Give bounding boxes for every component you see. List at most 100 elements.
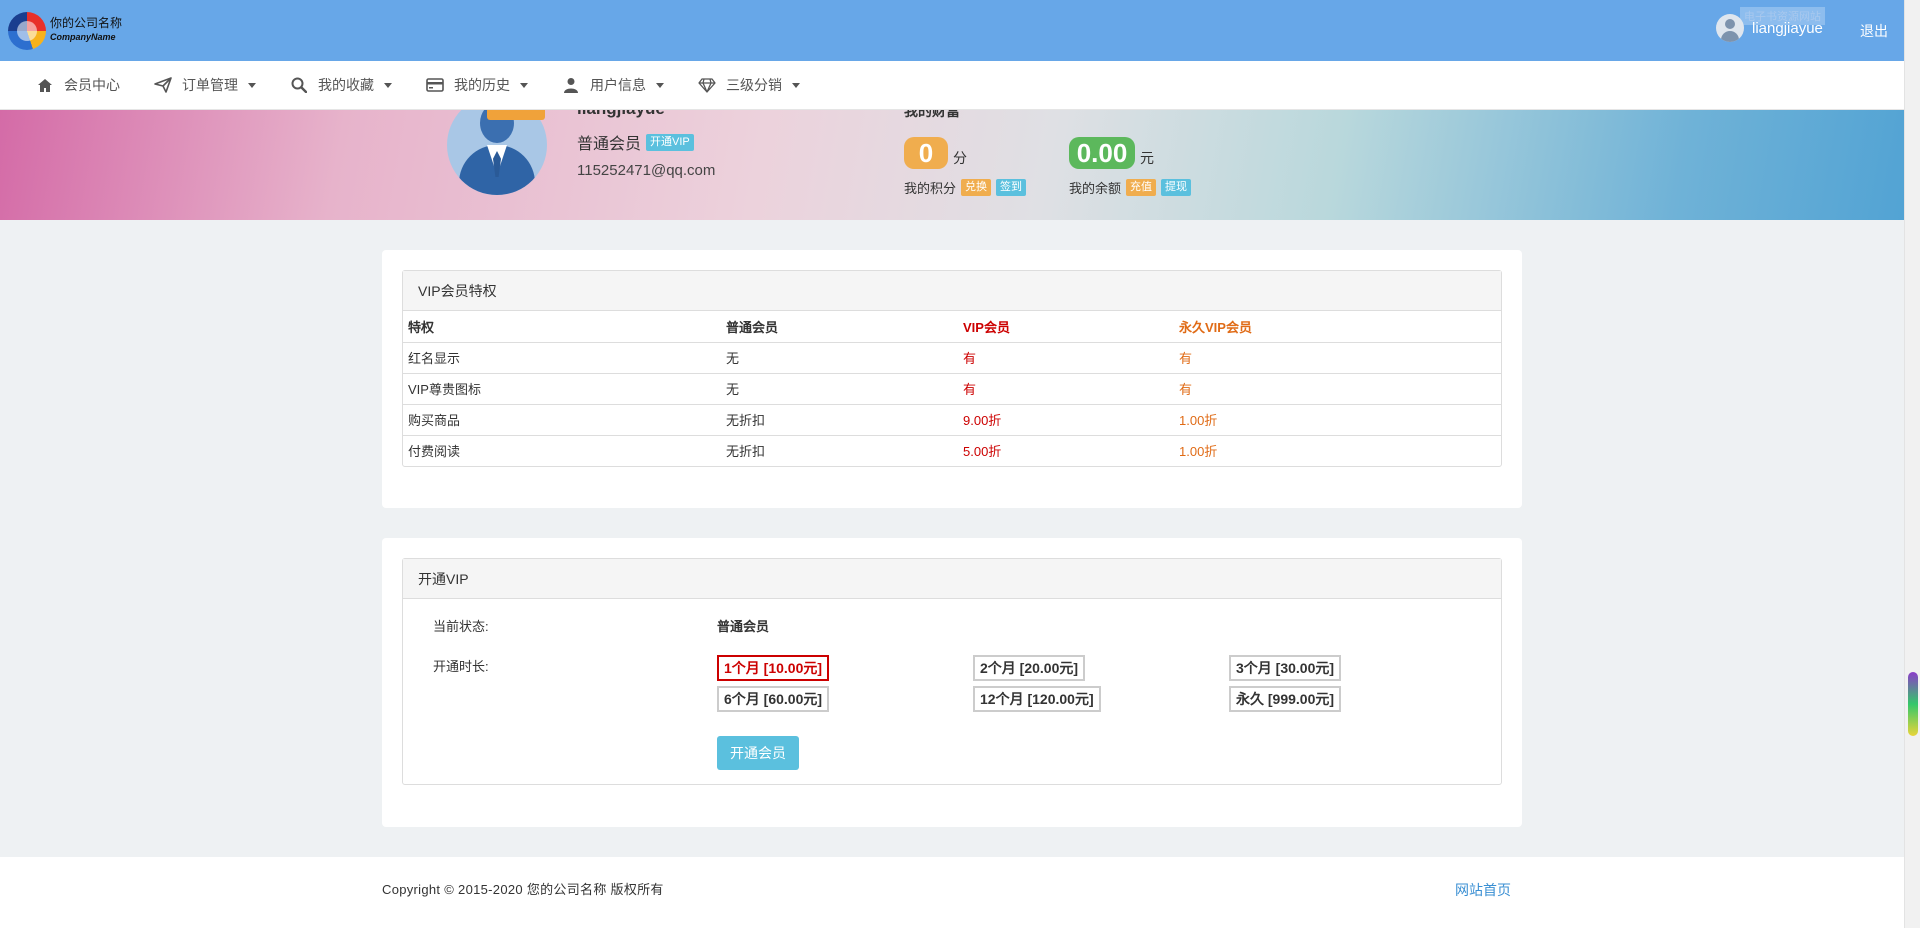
nav-label: 会员中心: [64, 77, 120, 93]
profile-avatar[interactable]: [447, 110, 547, 195]
table-cell: 1.00折: [1174, 403, 1501, 435]
nav-label: 订单管理: [182, 77, 238, 93]
privileges-panel: VIP会员特权 特权 普通会员 VIP会员 永久VIP会员 红名显示 无 有 有: [402, 270, 1502, 467]
col-header-normal: 普通会员: [721, 311, 958, 343]
balance-unit: 元: [1140, 150, 1154, 166]
account-title: 我的财富: [904, 110, 960, 119]
copyright-text: Copyright © 2015-2020 您的公司名称 版权所有: [382, 882, 664, 897]
member-level: 普通会员: [577, 136, 642, 153]
paper-plane-icon: [154, 76, 172, 94]
exchange-button[interactable]: 兑换: [961, 179, 992, 196]
points-value: 0: [904, 137, 948, 169]
top-bar: 你的公司名称 CompanyName 电子书资源网站 liangjiayue 退…: [0, 0, 1904, 61]
nav-member-center[interactable]: 会员中心: [36, 75, 120, 95]
user-icon: [562, 76, 580, 94]
table-cell: 5.00折: [958, 434, 1174, 466]
home-icon: [36, 76, 54, 94]
user-avatar-icon: [1716, 14, 1744, 42]
company-name-cn: 你的公司名称: [50, 16, 123, 30]
privileges-card: VIP会员特权 特权 普通会员 VIP会员 永久VIP会员 红名显示 无 有 有: [382, 250, 1522, 508]
points-row: 我的积分 兑换 签到: [904, 178, 1027, 197]
diamond-icon: [698, 76, 716, 94]
nav-user-info[interactable]: 用户信息: [562, 75, 664, 95]
page-scrollbar[interactable]: [1904, 0, 1920, 928]
table-cell: VIP尊贵图标: [403, 372, 721, 404]
col-header-privilege: 特权: [403, 311, 721, 343]
nav-label: 我的历史: [454, 77, 510, 93]
privileges-title: VIP会员特权: [403, 271, 1501, 311]
balance-row: 我的余额 充值 提现: [1069, 178, 1192, 197]
nav-history[interactable]: 我的历史: [426, 75, 528, 95]
open-membership-button[interactable]: 开通会员: [717, 736, 799, 770]
duration-option-2-months[interactable]: 2个月 [20.00元]: [973, 655, 1086, 681]
nav-label: 三级分销: [726, 77, 782, 93]
nav-label: 用户信息: [590, 77, 646, 93]
search-icon: [290, 76, 308, 94]
duration-option-1-month[interactable]: 1个月 [10.00元]: [717, 655, 830, 681]
status-value: 普通会员: [717, 619, 770, 634]
table-cell: 无折扣: [721, 434, 958, 466]
table-cell: 购买商品: [403, 403, 721, 435]
duration-option-6-months[interactable]: 6个月 [60.00元]: [717, 686, 830, 712]
footer: Copyright © 2015-2020 您的公司名称 版权所有 网站首页: [0, 857, 1904, 928]
open-vip-title: 开通VIP: [403, 559, 1501, 599]
duration-option-3-months[interactable]: 3个月 [30.00元]: [1229, 655, 1342, 681]
profile-level: 普通会员 开通VIP: [577, 130, 694, 154]
chevron-down-icon: [520, 82, 528, 88]
chevron-down-icon: [248, 82, 256, 88]
topbar-user-menu[interactable]: liangjiayue: [1716, 14, 1823, 42]
duration-option-forever[interactable]: 永久 [999.00元]: [1229, 686, 1342, 712]
table-row: 付费阅读 无折扣 5.00折 1.00折: [403, 434, 1501, 466]
table-cell: 1.00折: [1174, 434, 1501, 466]
open-vip-badge[interactable]: 开通VIP: [646, 133, 694, 151]
points-label: 我的积分: [904, 181, 957, 196]
nav-label: 我的收藏: [318, 77, 374, 93]
scrollbar-thumb[interactable]: [1908, 672, 1918, 736]
duration-option-12-months[interactable]: 12个月 [120.00元]: [973, 686, 1101, 712]
logout-link[interactable]: 退出: [1860, 21, 1888, 41]
nav-distribution[interactable]: 三级分销: [698, 75, 800, 95]
table-cell: 9.00折: [958, 403, 1174, 435]
chevron-down-icon: [384, 82, 392, 88]
table-row: VIP尊贵图标 无 有 有: [403, 372, 1501, 404]
profile-username: liangjiayue: [577, 110, 665, 119]
status-label: 当前状态:: [433, 619, 489, 634]
withdraw-button[interactable]: 提现: [1161, 179, 1192, 196]
table-cell: 有: [963, 351, 977, 366]
nav-orders[interactable]: 订单管理: [154, 75, 256, 95]
checkin-button[interactable]: 签到: [996, 179, 1027, 196]
table-cell: 无折扣: [721, 403, 958, 435]
privileges-table: 特权 普通会员 VIP会员 永久VIP会员 红名显示 无 有 有 VIP尊贵图标…: [403, 311, 1501, 466]
main-nav: 会员中心 订单管理 我的收藏 我的历史 用户信息 三级分销: [0, 61, 1904, 110]
open-vip-form: 当前状态: 普通会员 开通时长: 1个月 [10.00元] 2个月 [20.00…: [403, 599, 1501, 784]
table-cell: 无: [721, 372, 958, 404]
profile-banner: liangjiayue 普通会员 开通VIP 115252471@qq.com …: [0, 110, 1904, 220]
col-header-forever-vip: 永久VIP会员: [1174, 311, 1501, 343]
table-row: 购买商品 无折扣 9.00折 1.00折: [403, 403, 1501, 435]
table-cell: 付费阅读: [403, 434, 721, 466]
table-cell: 有: [1179, 351, 1193, 366]
table-cell: 红名显示: [408, 351, 461, 366]
recharge-button[interactable]: 充值: [1126, 179, 1157, 196]
col-header-vip: VIP会员: [958, 311, 1174, 343]
table-cell: 无: [726, 351, 740, 366]
vip-ribbon-icon: [487, 110, 545, 120]
points-unit: 分: [953, 150, 967, 166]
topbar-username: liangjiayue: [1752, 19, 1823, 37]
company-name-en: CompanyName: [50, 32, 116, 42]
nav-favorites[interactable]: 我的收藏: [290, 75, 392, 95]
balance-value: 0.00: [1069, 137, 1135, 169]
company-logo[interactable]: [8, 12, 46, 50]
duration-label: 开通时长:: [433, 659, 489, 674]
credit-card-icon: [426, 76, 444, 94]
open-vip-card: 开通VIP 当前状态: 普通会员 开通时长: 1个月 [10.00元] 2个月 …: [382, 538, 1522, 827]
balance-label: 我的余额: [1069, 181, 1122, 196]
chevron-down-icon: [792, 82, 800, 88]
chevron-down-icon: [656, 82, 664, 88]
profile-email: 115252471@qq.com: [577, 162, 716, 179]
table-cell: 有: [1174, 372, 1501, 404]
open-vip-panel: 开通VIP 当前状态: 普通会员 开通时长: 1个月 [10.00元] 2个月 …: [402, 558, 1502, 785]
company-name: 你的公司名称 CompanyName: [50, 16, 122, 44]
site-home-link[interactable]: 网站首页: [1455, 880, 1511, 900]
table-cell: 有: [958, 372, 1174, 404]
